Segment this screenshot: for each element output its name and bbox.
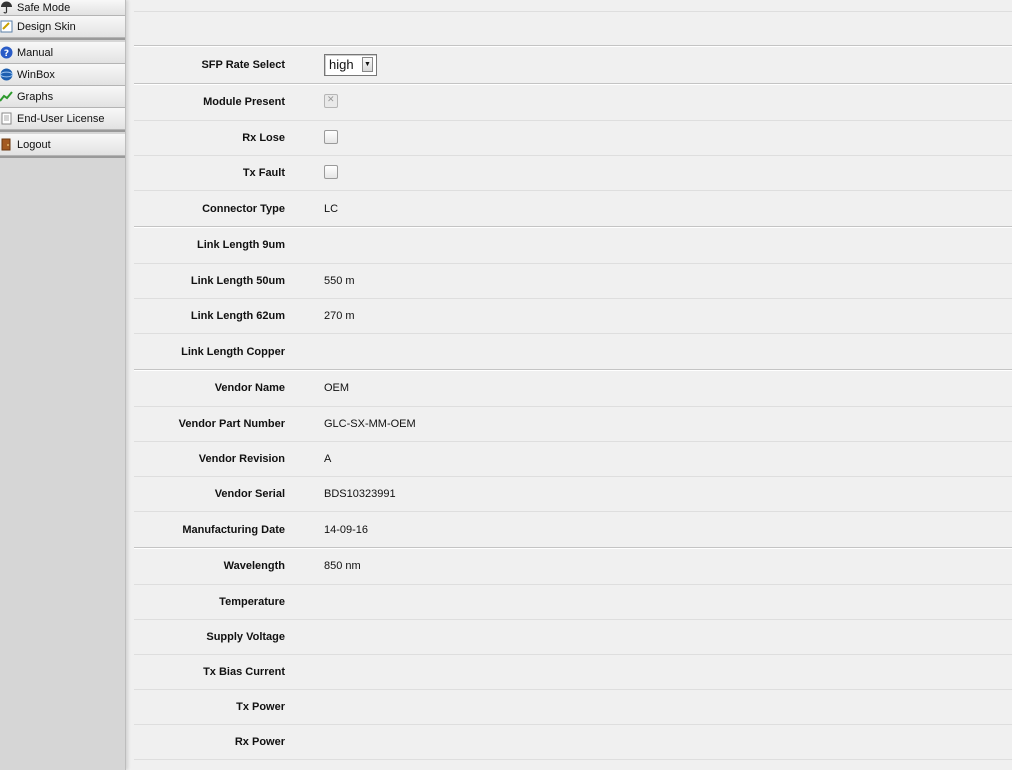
menu-label: WinBox — [17, 68, 55, 81]
sidebar: Safe Mode Design Skin ? Manual WinBox Gr… — [0, 0, 126, 770]
menu-item-design-skin[interactable]: Design Skin — [0, 16, 125, 38]
link-62um-value: 270 m — [324, 310, 355, 322]
field-label: Module Present — [203, 96, 285, 108]
row-rx-power: Rx Power — [134, 725, 1012, 760]
row-vendor-serial: Vendor Serial BDS10323991 — [134, 477, 1012, 512]
help-icon: ? — [0, 46, 13, 59]
menu-item-license[interactable]: End-User License — [0, 108, 125, 130]
field-label: Rx Power — [234, 736, 285, 748]
rate-select-value: high — [329, 57, 354, 72]
vendor-revision-value: A — [324, 453, 332, 465]
menu-label: Safe Mode — [17, 1, 71, 14]
row-link-9um: Link Length 9um — [134, 227, 1012, 264]
row-vendor-part: Vendor Part Number GLC-SX-MM-OEM — [134, 407, 1012, 442]
menu-item-winbox[interactable]: WinBox — [0, 64, 125, 86]
row-vendor-name: Vendor Name OEM — [134, 370, 1012, 407]
field-label: Connector Type — [202, 202, 285, 215]
field-label: Tx Bias Current — [203, 666, 285, 678]
row-rate-select: SFP Rate Select high ▼ — [134, 46, 1012, 84]
tx-fault-checkbox[interactable] — [324, 164, 338, 179]
row-wavelength: Wavelength 850 nm — [134, 548, 1012, 585]
row-tx-fault: Tx Fault — [134, 156, 1012, 191]
field-label: Vendor Name — [214, 382, 285, 394]
sfp-detail-form: SFP Rate Select high ▼ Module Present Rx… — [134, 0, 1012, 770]
graphs-icon — [0, 90, 13, 103]
field-label: Tx Fault — [242, 167, 285, 179]
svg-text:?: ? — [4, 49, 9, 59]
field-label: Rx Lose — [242, 132, 285, 144]
tx-fault-value — [324, 164, 338, 182]
menu-group-session: Logout — [0, 134, 125, 158]
rate-select-dropdown[interactable]: high ▼ — [324, 53, 377, 76]
field-label: Vendor Serial — [214, 488, 285, 500]
wavelength-value: 850 nm — [324, 560, 361, 572]
design-skin-icon — [0, 20, 13, 33]
field-label: Vendor Revision — [198, 453, 285, 465]
row-supply-voltage: Supply Voltage — [134, 620, 1012, 655]
menu-label: Graphs — [17, 90, 54, 103]
umbrella-icon — [0, 1, 13, 14]
rate-select[interactable]: high ▼ — [324, 53, 377, 76]
connector-type-value: LC — [324, 202, 339, 215]
menu-label: Manual — [17, 46, 54, 59]
menu-item-manual[interactable]: ? Manual — [0, 42, 125, 64]
form-spacer-row — [134, 12, 1012, 46]
rx-lose-value — [324, 129, 338, 147]
field-label: Vendor Part Number — [178, 418, 285, 430]
row-link-62um: Link Length 62um 270 m — [134, 299, 1012, 334]
row-mfg-date: Manufacturing Date 14-09-16 — [134, 512, 1012, 548]
field-label: Supply Voltage — [206, 631, 285, 643]
module-present-checkbox — [324, 93, 338, 108]
field-label: SFP Rate Select — [201, 58, 285, 71]
field-label: Link Length 9um — [197, 239, 285, 251]
form-header-row — [134, 0, 1012, 12]
vendor-part-value: GLC-SX-MM-OEM — [324, 418, 416, 430]
field-label: Wavelength — [223, 560, 285, 572]
field-label: Link Length 50um — [190, 275, 285, 287]
menu-label: Design Skin — [17, 20, 76, 33]
vendor-serial-value: BDS10323991 — [324, 488, 396, 500]
menu-group-tools: ? Manual WinBox Graphs End-User License — [0, 42, 125, 132]
module-present-value — [324, 93, 338, 111]
row-module-present: Module Present — [134, 84, 1012, 121]
chevron-down-icon[interactable]: ▼ — [362, 57, 373, 72]
row-temperature: Temperature — [134, 585, 1012, 620]
link-50um-value: 550 m — [324, 275, 355, 287]
row-link-copper: Link Length Copper — [134, 334, 1012, 370]
row-connector-type: Connector Type LC — [134, 191, 1012, 227]
field-label: Manufacturing Date — [182, 523, 285, 536]
menu-label: Logout — [17, 138, 51, 151]
row-link-50um: Link Length 50um 550 m — [134, 264, 1012, 299]
menu-label: End-User License — [17, 112, 105, 125]
vendor-name-value: OEM — [324, 382, 350, 394]
row-vendor-revision: Vendor Revision A — [134, 442, 1012, 477]
winbox-icon — [0, 68, 13, 81]
menu-group-mode: Safe Mode Design Skin — [0, 0, 125, 40]
row-tx-bias: Tx Bias Current — [134, 655, 1012, 690]
menu-item-logout[interactable]: Logout — [0, 134, 125, 156]
field-label: Link Length Copper — [181, 345, 285, 358]
field-label: Temperature — [219, 596, 285, 608]
row-rx-lose: Rx Lose — [134, 121, 1012, 156]
row-tx-power: Tx Power — [134, 690, 1012, 725]
field-label: Link Length 62um — [190, 310, 285, 322]
menu-item-safe-mode[interactable]: Safe Mode — [0, 0, 125, 16]
document-icon — [0, 112, 13, 125]
logout-icon — [0, 138, 13, 151]
menu-item-graphs[interactable]: Graphs — [0, 86, 125, 108]
mfg-date-value: 14-09-16 — [324, 523, 369, 536]
field-label: Tx Power — [236, 701, 285, 713]
rx-lose-checkbox[interactable] — [324, 129, 338, 144]
